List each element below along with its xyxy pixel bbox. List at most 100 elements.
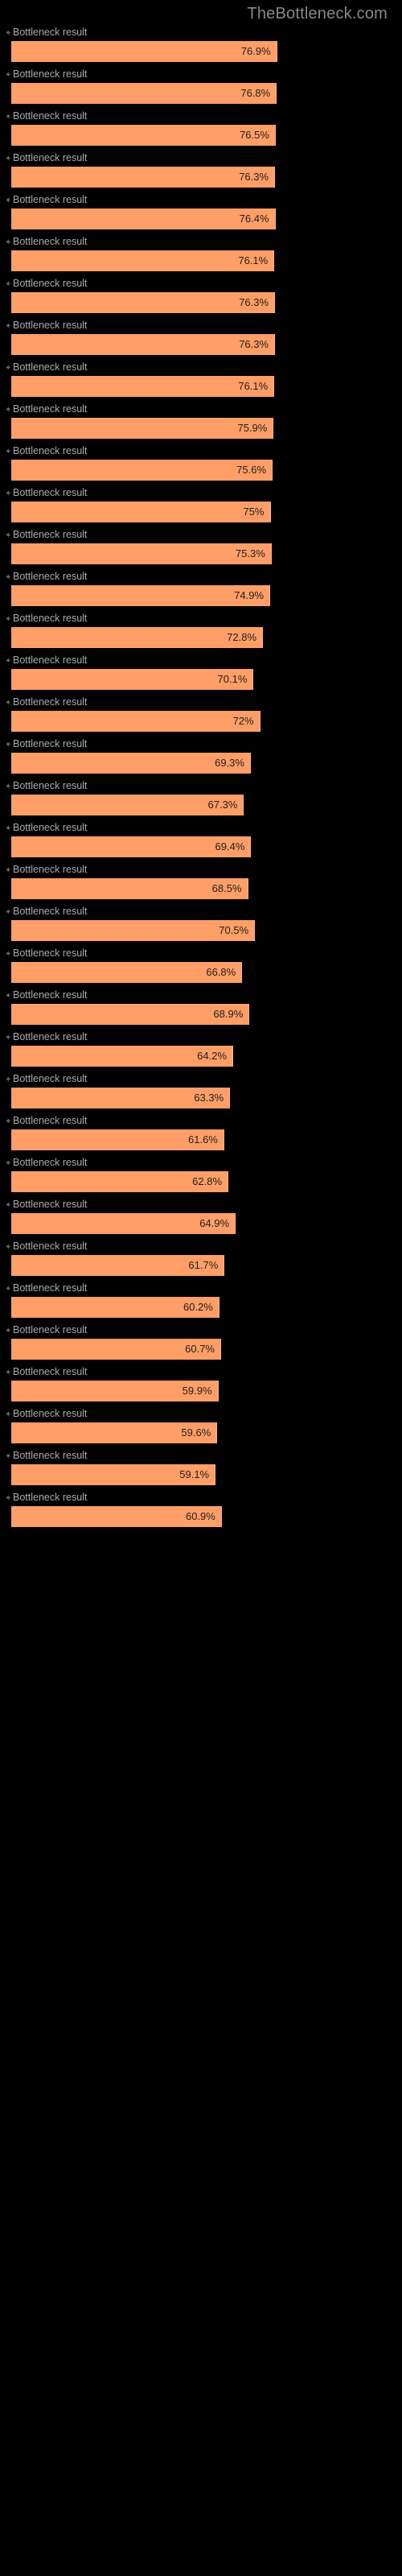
bar-value-label: 72% (11, 711, 260, 732)
chart-row-label-line: ✦Bottleneck result (5, 1157, 402, 1168)
bar-value-label: 68.9% (11, 1004, 249, 1025)
bar-track: 72.8% (11, 627, 357, 648)
bar-value-label: 68.5% (11, 878, 248, 899)
chart-row-bar: 64.2% (5, 1046, 402, 1067)
chart-row-bar: 70.1% (5, 669, 402, 690)
chart-row-label-line: ✦Bottleneck result (5, 236, 402, 247)
chart-row: ✦Bottleneck result61.6% (5, 1115, 402, 1150)
chart-row-label: Bottleneck result (13, 822, 87, 833)
chart-row-label-line: ✦Bottleneck result (5, 780, 402, 791)
chart-row: ✦Bottleneck result 59.9% (5, 1366, 402, 1402)
bullet-icon: ✦ (5, 1159, 13, 1168)
chart-row-label-line: ✦Bottleneck result (5, 1492, 402, 1503)
chart-row-bar: 64.9% (5, 1213, 402, 1234)
bar-value-label: 59.9% (11, 1381, 219, 1402)
chart-row: ✦Bottleneck result69.4% (5, 822, 402, 857)
chart-row: ✦Bottleneck result 68.5% (5, 864, 402, 899)
chart-row: ✦Bottleneck result 62.8% (5, 1157, 402, 1192)
bar-track: 70.5% (11, 920, 357, 941)
chart-row-bar: 75.9% (5, 418, 402, 439)
chart-row: ✦Bottleneck result63.3% (5, 1073, 402, 1108)
bar-track: 76.8% (11, 83, 357, 104)
bar-track: 76.4% (11, 208, 357, 229)
bar-value-label: 76.5% (11, 125, 276, 146)
chart-row-label-line: ✦Bottleneck result (5, 738, 402, 749)
bar-track: 70.1% (11, 669, 357, 690)
chart-row-label-line: ✦Bottleneck result (5, 320, 402, 331)
chart-row-bar: 68.9% (5, 1004, 402, 1025)
bullet-icon: ✦ (5, 908, 13, 917)
chart-row: ✦Bottleneck result 76.3% (5, 278, 402, 313)
chart-row-bar: 72% (5, 711, 402, 732)
bar-value-label: 72.8% (11, 627, 263, 648)
chart-row-label: Bottleneck result (13, 1199, 87, 1210)
chart-row-bar: 62.8% (5, 1171, 402, 1192)
chart-row-label: Bottleneck result (13, 529, 87, 540)
chart-row-label: Bottleneck result (13, 236, 87, 247)
bar-track: 75.6% (11, 460, 357, 481)
bar-value-label: 59.1% (11, 1464, 215, 1485)
chart-row-label-line: ✦Bottleneck result (5, 1282, 402, 1294)
bar-track: 76.3% (11, 334, 357, 355)
bullet-icon: ✦ (5, 1075, 13, 1084)
bar-value-label: 64.2% (11, 1046, 233, 1067)
chart-row-label-line: ✦Bottleneck result (5, 989, 402, 1001)
chart-row: ✦Bottleneck result59.6% (5, 1408, 402, 1443)
chart-row-bar: 68.5% (5, 878, 402, 899)
bar-track: 69.3% (11, 753, 357, 774)
bar-track: 76.3% (11, 292, 357, 313)
bullet-icon: ✦ (5, 782, 13, 791)
bar-track: 62.8% (11, 1171, 357, 1192)
chart-row-label-line: ✦Bottleneck result (5, 947, 402, 959)
chart-row-label: Bottleneck result (13, 320, 87, 331)
chart-row-label-line: ✦Bottleneck result (5, 1031, 402, 1042)
bullet-icon: ✦ (5, 950, 13, 959)
bar-track: 64.2% (11, 1046, 357, 1067)
bar-track: 75.9% (11, 418, 357, 439)
chart-row-bar: 61.7% (5, 1255, 402, 1276)
chart-row-bar: 59.6% (5, 1422, 402, 1443)
bullet-icon: ✦ (5, 1201, 13, 1210)
bar-track: 72% (11, 711, 357, 732)
chart-row-label-line: ✦Bottleneck result (5, 1073, 402, 1084)
bullet-icon: ✦ (5, 1243, 13, 1252)
chart-row-label-line: ✦Bottleneck result (5, 1366, 402, 1377)
bar-value-label: 76.3% (11, 292, 275, 313)
chart-row-label-line: ✦Bottleneck result (5, 864, 402, 875)
chart-row-label-line: ✦Bottleneck result (5, 278, 402, 289)
chart-row-bar: 59.1% (5, 1464, 402, 1485)
chart-row-bar: 72.8% (5, 627, 402, 648)
bar-value-label: 70.1% (11, 669, 253, 690)
chart-row-bar: 76.3% (5, 167, 402, 188)
bar-track: 68.5% (11, 878, 357, 899)
chart-row: ✦Bottleneck result 66.8% (5, 947, 402, 983)
bar-track: 76.9% (11, 41, 357, 62)
chart-row-label: Bottleneck result (13, 571, 87, 582)
bullet-icon: ✦ (5, 741, 13, 749)
bar-track: 76.1% (11, 250, 357, 271)
bar-value-label: 76.9% (11, 41, 277, 62)
bar-value-label: 59.6% (11, 1422, 217, 1443)
chart-row-label: Bottleneck result (13, 152, 87, 163)
chart-row-label: Bottleneck result (13, 1408, 87, 1419)
chart-row: ✦Bottleneck result 59.1% (5, 1450, 402, 1485)
chart-row-bar: 76.5% (5, 125, 402, 146)
chart-row: ✦Bottleneck result 64.9% (5, 1199, 402, 1234)
bullet-icon: ✦ (5, 1117, 13, 1126)
chart-row-label-line: ✦Bottleneck result (5, 1115, 402, 1126)
chart-row-label-line: ✦Bottleneck result (5, 571, 402, 582)
bar-value-label: 76.8% (11, 83, 277, 104)
chart-row: ✦Bottleneck result72.8% (5, 613, 402, 648)
chart-row: ✦Bottleneck result76.4% (5, 194, 402, 229)
chart-row: ✦Bottleneck result 69.3% (5, 738, 402, 774)
chart-row-label-line: ✦Bottleneck result (5, 1450, 402, 1461)
bar-value-label: 60.2% (11, 1297, 219, 1318)
chart-row-label: Bottleneck result (13, 68, 87, 80)
bar-track: 59.9% (11, 1381, 357, 1402)
chart-row: ✦Bottleneck result 76.3% (5, 320, 402, 355)
chart-row-label-line: ✦Bottleneck result (5, 110, 402, 122)
chart-row: ✦Bottleneck result76.9% (5, 27, 402, 62)
chart-row-label: Bottleneck result (13, 487, 87, 498)
chart-row: ✦Bottleneck result 76.5% (5, 110, 402, 146)
bar-track: 66.8% (11, 962, 357, 983)
